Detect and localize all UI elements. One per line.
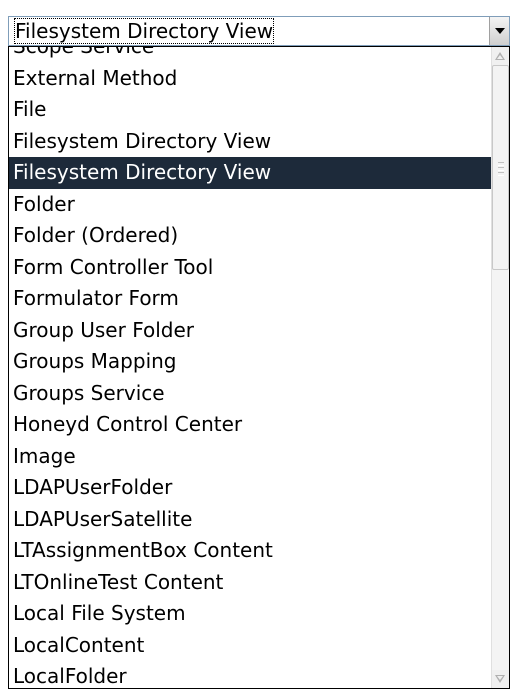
list-item[interactable]: Group User Folder [9,315,491,347]
scroll-down-arrow-icon[interactable] [492,670,509,688]
list-item[interactable]: Folder (Ordered) [9,220,491,252]
list-item[interactable]: LTAssignmentBox Content [9,535,491,567]
dropdown-list: Scope Service External Method File Files… [8,46,510,689]
list-item[interactable]: Scope Service [9,47,491,63]
vertical-scrollbar[interactable] [491,47,509,688]
list-item[interactable]: External Method [9,63,491,95]
grip-line [498,162,504,166]
object-type-select[interactable]: Filesystem Directory View [8,16,510,46]
list-item[interactable]: Image [9,441,491,473]
scrollbar-thumb[interactable] [492,65,509,270]
list-item-selected[interactable]: Filesystem Directory View [9,157,491,189]
chevron-down-icon[interactable] [489,17,509,45]
list-item[interactable]: LDAPUserSatellite [9,504,491,536]
list-item[interactable]: LocalFolder [9,661,491,688]
list-item[interactable]: Folder [9,189,491,221]
grip-line [498,167,504,171]
option-list: Scope Service External Method File Files… [9,47,491,688]
select-current-value: Filesystem Directory View [14,18,275,44]
grip-line [498,172,504,176]
list-item[interactable]: Filesystem Directory View [9,126,491,158]
list-item[interactable]: LDAPUserFolder [9,472,491,504]
scroll-up-arrow-icon[interactable] [492,47,509,65]
list-item[interactable]: Honeyd Control Center [9,409,491,441]
list-item[interactable]: LTOnlineTest Content [9,567,491,599]
list-item[interactable]: File [9,94,491,126]
list-item[interactable]: Local File System [9,598,491,630]
list-item[interactable]: Groups Service [9,378,491,410]
list-item[interactable]: Form Controller Tool [9,252,491,284]
add-object-dropdown: Filesystem Directory View Scope Service … [0,0,517,696]
list-item[interactable]: Formulator Form [9,283,491,315]
list-item[interactable]: Groups Mapping [9,346,491,378]
list-item[interactable]: LocalContent [9,630,491,662]
list-viewport: Scope Service External Method File Files… [9,47,491,688]
